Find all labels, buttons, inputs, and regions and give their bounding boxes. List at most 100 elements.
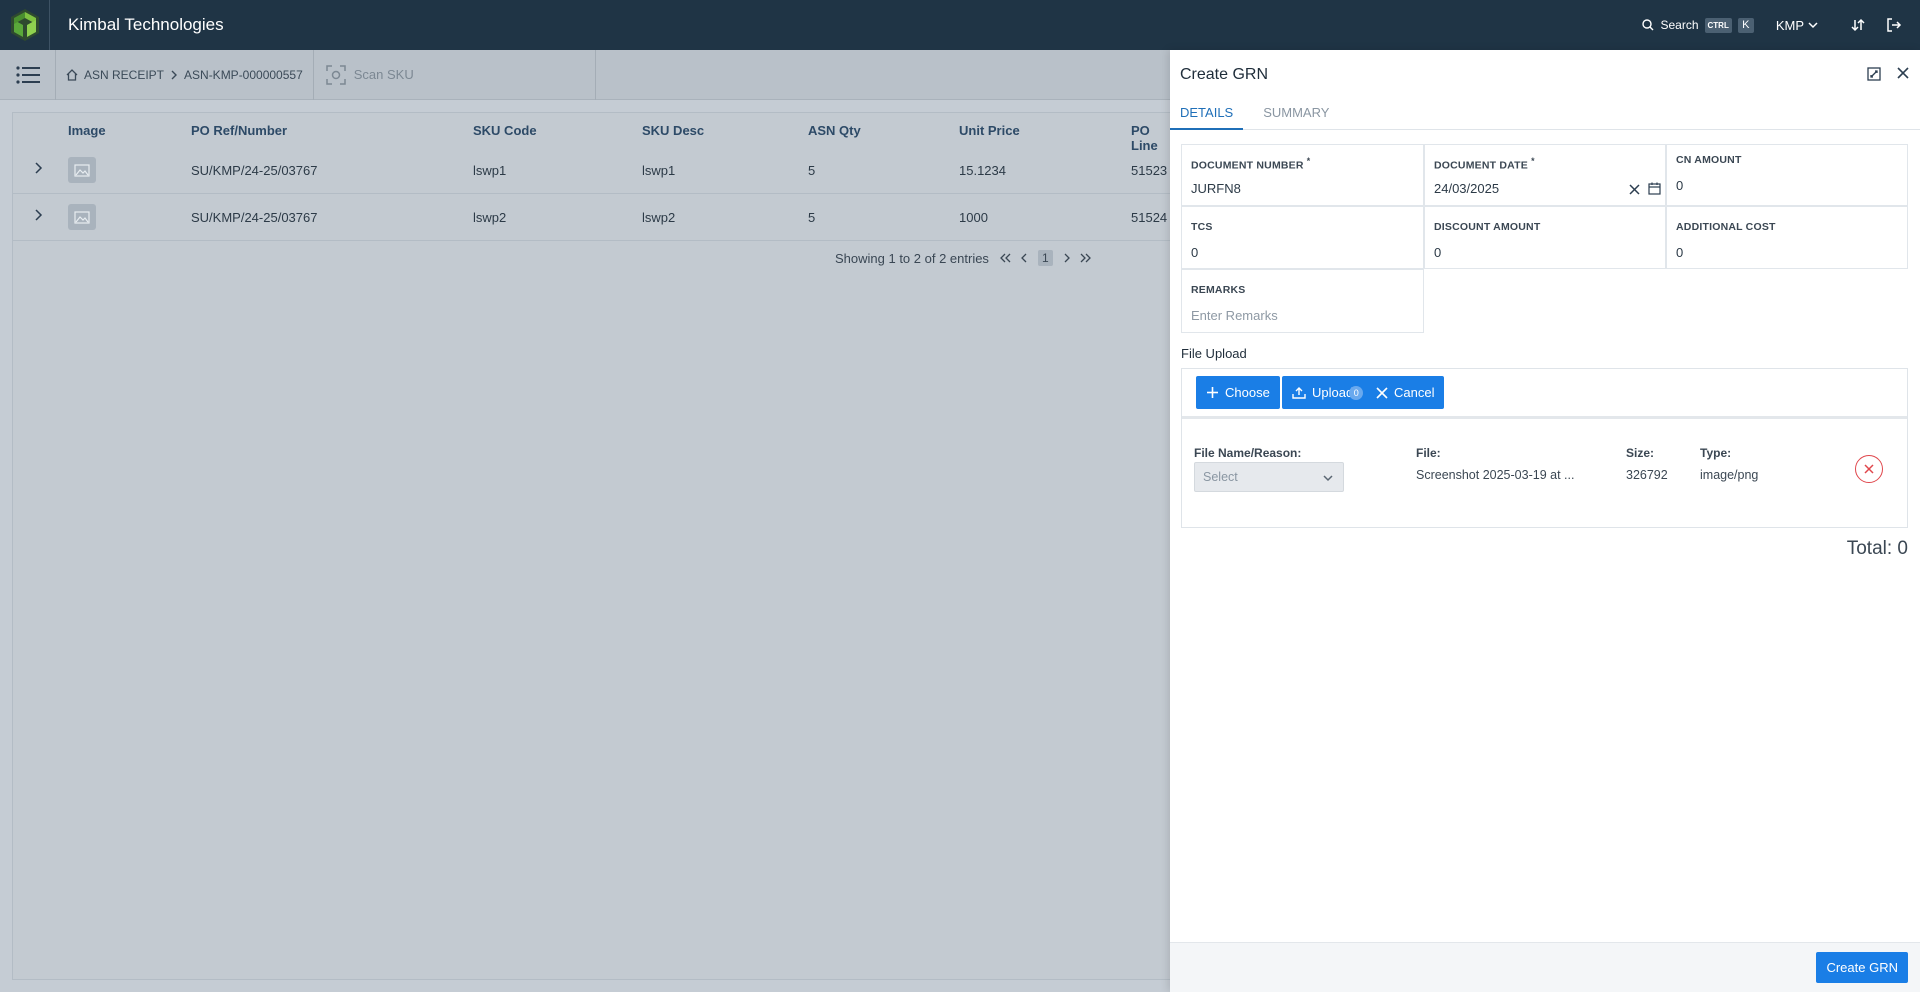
shortcut-ctrl: CTRL [1704, 17, 1732, 33]
pagination-summary: Showing 1 to 2 of 2 entries [835, 250, 989, 266]
next-page-button[interactable] [1063, 251, 1070, 266]
pagination: Showing 1 to 2 of 2 entries 1 [835, 250, 1092, 266]
logout-button[interactable] [1876, 17, 1912, 33]
breadcrumb: ASN RECEIPT ASN-KMP-000000557 [56, 49, 314, 100]
calendar-button[interactable] [1648, 182, 1661, 198]
close-drawer-button[interactable] [1896, 66, 1910, 85]
drawer-footer: Create GRN [1170, 942, 1920, 992]
type-value: image/png [1700, 468, 1759, 482]
clear-date-button[interactable] [1629, 183, 1640, 198]
chevron-down-icon [1808, 22, 1818, 29]
size-label: Size: [1626, 446, 1655, 460]
close-icon [1864, 464, 1874, 474]
prev-page-button[interactable] [1021, 251, 1028, 266]
upload-icon [1292, 387, 1306, 399]
app-brand: Kimbal Technologies [68, 15, 224, 34]
field-document-number[interactable]: DOCUMENT NUMBER * JURFN8 [1181, 144, 1424, 206]
file-upload-toolbar: Choose Upload 0 Cancel [1182, 369, 1907, 419]
total-label: Total: 0 [1846, 538, 1908, 559]
remove-file-button[interactable] [1855, 455, 1883, 483]
cell-sku-code: lswp2 [473, 210, 507, 225]
last-page-button[interactable] [1080, 251, 1092, 266]
maximize-icon [1867, 67, 1881, 81]
create-grn-drawer: Create GRN DETAILS SUMMARY DOCUMENT NUMB… [1170, 50, 1920, 992]
cell-sku-desc: lswp1 [642, 163, 676, 178]
chevron-right-icon [35, 209, 43, 221]
field-cn-amount[interactable]: CN AMOUNT 0 [1666, 144, 1908, 206]
field-document-date[interactable]: DOCUMENT DATE * 24/03/2025 [1424, 144, 1666, 206]
cell-po-ref: SU/KMP/24-25/03767 [191, 210, 318, 225]
col-header-image[interactable]: Image [68, 123, 106, 138]
upload-button[interactable]: Upload 0 [1282, 376, 1374, 409]
tab-details[interactable]: DETAILS [1170, 100, 1244, 130]
row-expand-button[interactable] [33, 208, 43, 225]
discount-amount-value[interactable]: 0 [1434, 245, 1441, 260]
search-icon [1642, 19, 1654, 31]
additional-cost-value[interactable]: 0 [1676, 245, 1683, 260]
maximize-button[interactable] [1866, 66, 1882, 85]
field-label: TCS [1191, 221, 1213, 233]
sku-image[interactable] [68, 204, 96, 230]
close-icon [1897, 67, 1909, 79]
file-upload-title: File Upload [1181, 346, 1247, 361]
field-label: DISCOUNT AMOUNT [1434, 221, 1541, 233]
file-value: Screenshot 2025-03-19 at ... [1416, 468, 1575, 482]
remarks-input[interactable]: Enter Remarks [1191, 308, 1278, 323]
scan-sku-input[interactable]: Scan SKU [314, 49, 596, 100]
type-label: Type: [1700, 446, 1732, 460]
field-label: DOCUMENT DATE * [1434, 156, 1535, 172]
logout-icon [1887, 18, 1902, 32]
field-remarks[interactable]: REMARKS Enter Remarks [1181, 269, 1424, 333]
menu-icon [15, 65, 40, 84]
search-label: Search [1660, 18, 1699, 32]
field-additional-cost[interactable]: ADDITIONAL COST 0 [1666, 206, 1908, 269]
col-header-asn-qty[interactable]: ASN Qty [808, 123, 861, 138]
close-icon [1629, 184, 1640, 195]
menu-button[interactable] [0, 49, 56, 100]
table-row: SU/KMP/24-25/03767 lswp2 lswp2 5 1000 51… [13, 194, 1171, 241]
tab-summary[interactable]: SUMMARY [1253, 100, 1339, 130]
cell-sku-desc: lswp2 [642, 210, 676, 225]
col-header-unit-price[interactable]: Unit Price [959, 123, 1020, 138]
chevrons-left-icon [1000, 253, 1011, 262]
scan-icon [326, 64, 346, 85]
table-row: SU/KMP/24-25/03767 lswp1 lswp1 5 15.1234… [13, 147, 1171, 194]
cn-amount-value[interactable]: 0 [1676, 178, 1683, 193]
app-logo[interactable] [0, 0, 50, 50]
row-expand-button[interactable] [33, 161, 43, 178]
col-header-po-ref[interactable]: PO Ref/Number [191, 123, 287, 138]
sort-button[interactable] [1840, 18, 1876, 32]
sku-image[interactable] [68, 157, 96, 183]
chevron-right-icon [171, 70, 178, 79]
sort-icon [1851, 18, 1865, 32]
cell-asn-qty: 5 [808, 163, 816, 178]
user-menu[interactable]: KMP [1776, 18, 1818, 33]
first-page-button[interactable] [999, 251, 1011, 266]
breadcrumb-current: ASN-KMP-000000557 [184, 67, 303, 82]
plus-icon [1207, 387, 1218, 398]
user-name: KMP [1775, 17, 1804, 33]
tcs-value[interactable]: 0 [1191, 245, 1198, 260]
breadcrumb-root[interactable]: ASN RECEIPT [84, 68, 164, 82]
create-grn-button[interactable]: Create GRN [1816, 952, 1908, 983]
file-label: File: [1416, 446, 1441, 460]
col-header-sku-desc[interactable]: SKU Desc [642, 123, 704, 138]
col-header-sku-code[interactable]: SKU Code [473, 123, 537, 138]
drawer-header: Create GRN [1170, 50, 1920, 100]
file-name-label: File Name/Reason: [1194, 446, 1302, 460]
chevron-right-icon [35, 162, 43, 174]
global-search[interactable]: Search CTRL K [1642, 17, 1754, 33]
document-date-value[interactable]: 24/03/2025 [1434, 181, 1499, 196]
field-label: CN AMOUNT [1676, 154, 1742, 166]
size-value: 326792 [1626, 468, 1668, 482]
choose-button[interactable]: Choose [1196, 376, 1280, 409]
file-reason-select[interactable]: Select [1194, 462, 1344, 492]
cancel-upload-button[interactable]: Cancel [1366, 376, 1445, 409]
field-discount-amount[interactable]: DISCOUNT AMOUNT 0 [1424, 206, 1666, 269]
cell-unit-price: 1000 [959, 210, 988, 225]
upload-label: Upload [1312, 385, 1354, 400]
page-number-button[interactable]: 1 [1037, 250, 1053, 266]
close-icon [1376, 386, 1388, 399]
document-number-value[interactable]: JURFN8 [1191, 181, 1241, 196]
field-tcs[interactable]: TCS 0 [1181, 206, 1424, 269]
